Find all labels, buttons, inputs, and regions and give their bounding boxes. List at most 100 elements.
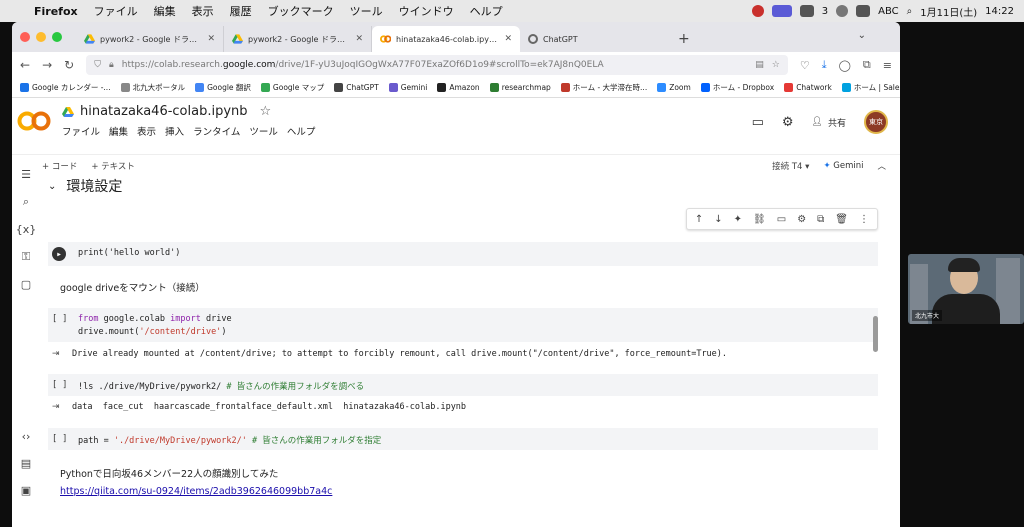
menu-tools[interactable]: ツール bbox=[342, 3, 391, 19]
bookmark-item[interactable]: 北九大ポータル bbox=[120, 82, 185, 93]
share-button[interactable]: 👤︎ 共有 bbox=[812, 116, 846, 129]
back-icon[interactable]: ← bbox=[20, 58, 30, 72]
output-icon[interactable]: ⇥ bbox=[52, 402, 60, 412]
tab-colab[interactable]: hinatazaka46-colab.ipynb - Cola ✕ bbox=[372, 26, 520, 52]
files-folder-icon[interactable]: ▢ bbox=[21, 278, 31, 291]
run-cell-icon[interactable]: ▶ bbox=[52, 247, 66, 261]
code-cell-mount[interactable]: [ ] from google.colab import drive drive… bbox=[48, 308, 878, 342]
reload-icon[interactable]: ↻ bbox=[64, 58, 74, 72]
code-snippets-icon[interactable]: ‹› bbox=[22, 430, 31, 443]
new-tab-button[interactable]: + bbox=[668, 26, 700, 52]
qiita-link[interactable]: https://qiita.com/su-0924/items/2adb3962… bbox=[60, 486, 332, 497]
colab-menu-help[interactable]: ヘルプ bbox=[287, 124, 316, 138]
move-down-icon[interactable]: ↓ bbox=[714, 214, 722, 225]
bookmark-item[interactable]: ホーム - Dropbox bbox=[700, 82, 774, 93]
bookmark-item[interactable]: Google マップ bbox=[260, 82, 324, 93]
terminal-icon[interactable]: ▣ bbox=[21, 484, 31, 497]
comment-icon[interactable]: ▭ bbox=[752, 115, 764, 130]
bookmark-item[interactable]: Zoom bbox=[657, 83, 691, 92]
account-icon[interactable]: ◯ bbox=[839, 59, 851, 72]
wifi-icon[interactable] bbox=[836, 5, 849, 17]
variables-icon[interactable]: {x} bbox=[16, 223, 37, 236]
bookmark-item[interactable]: Gemini bbox=[388, 83, 427, 92]
extensions-icon[interactable]: ⧉ bbox=[863, 58, 871, 72]
menu-firefox[interactable]: Firefox bbox=[26, 5, 86, 18]
address-bar[interactable]: ⛉ 🔒︎ https://colab.research.google.com/d… bbox=[86, 55, 788, 75]
code-line[interactable]: from google.colab import drive bbox=[78, 314, 232, 324]
tab-list-chevron-icon[interactable]: ⌄ bbox=[858, 30, 866, 41]
comment-icon[interactable]: ▭ bbox=[777, 214, 786, 225]
settings-gear-icon[interactable]: ⚙ bbox=[782, 115, 794, 130]
screen-share-icon[interactable] bbox=[771, 5, 792, 17]
code-line[interactable]: print('hello world') bbox=[78, 248, 180, 258]
menu-file[interactable]: ファイル bbox=[86, 3, 146, 19]
bookmark-item[interactable]: Google カレンダー -... bbox=[20, 82, 111, 93]
delete-icon[interactable]: 🗑︎ bbox=[835, 214, 848, 225]
avatar[interactable]: 東京 bbox=[864, 110, 888, 134]
reader-view-icon[interactable]: ▤ bbox=[755, 60, 764, 70]
close-tab-icon[interactable]: ✕ bbox=[504, 34, 512, 44]
code-line[interactable]: !ls ./drive/MyDrive/pywork2/ # 皆さんの作業用フォ… bbox=[78, 380, 364, 392]
tab-drive-2[interactable]: pywork2 - Google ドライブ ✕ bbox=[224, 26, 372, 52]
colab-menu-runtime[interactable]: ランタイム bbox=[193, 124, 240, 138]
url-text[interactable]: https://colab.research.google.com/drive/… bbox=[122, 60, 748, 70]
bookmark-item[interactable]: ホーム - 大学滞在時... bbox=[560, 82, 647, 93]
gemini-sparkle-icon[interactable]: ✦ bbox=[734, 214, 742, 225]
status-app-icon[interactable] bbox=[751, 5, 764, 17]
video-call-thumbnail[interactable]: 北九市大 bbox=[908, 254, 1024, 324]
menu-view[interactable]: 表示 bbox=[184, 3, 222, 19]
display-icon[interactable] bbox=[799, 5, 814, 17]
bookmark-item[interactable]: Chatwork bbox=[784, 83, 832, 92]
cell-run-bracket[interactable]: [ ] bbox=[52, 434, 67, 444]
close-tab-icon[interactable]: ✕ bbox=[207, 34, 215, 44]
link-icon[interactable]: ⛓ bbox=[753, 214, 766, 225]
download-icon[interactable]: ⤓ bbox=[822, 58, 827, 72]
forward-icon[interactable]: → bbox=[42, 58, 52, 72]
colab-menu-edit[interactable]: 編集 bbox=[109, 124, 128, 138]
input-mode-label[interactable]: ABC bbox=[878, 6, 899, 17]
menu-history[interactable]: 履歴 bbox=[222, 3, 260, 19]
menu-window[interactable]: ウインドウ bbox=[391, 3, 462, 19]
output-icon[interactable]: ⇥ bbox=[52, 349, 60, 359]
menu-help[interactable]: ヘルプ bbox=[462, 3, 511, 19]
minimize-window-button[interactable] bbox=[36, 32, 46, 42]
colab-logo-icon[interactable] bbox=[16, 108, 52, 134]
bookmark-item[interactable]: ChatGPT bbox=[334, 83, 379, 92]
code-cell-ls[interactable]: [ ] !ls ./drive/MyDrive/pywork2/ # 皆さんの作… bbox=[48, 374, 878, 396]
bookmark-item[interactable]: ホーム | Salesforce bbox=[841, 82, 900, 93]
code-cell-print[interactable]: ▶ print('hello world') bbox=[48, 242, 878, 266]
menu-bookmarks[interactable]: ブックマーク bbox=[260, 3, 342, 19]
colab-menu-view[interactable]: 表示 bbox=[137, 124, 156, 138]
close-window-button[interactable] bbox=[20, 32, 30, 42]
shield-icon[interactable]: ⛉ bbox=[94, 60, 101, 70]
search-icon[interactable]: ⌕ bbox=[23, 195, 29, 209]
code-line[interactable]: path = './drive/MyDrive/pywork2/' # 皆さんの… bbox=[78, 434, 381, 446]
bookmark-item[interactable]: Amazon bbox=[437, 83, 480, 92]
bookmark-item[interactable]: Google 翻訳 bbox=[195, 82, 251, 93]
pocket-icon[interactable]: ♡ bbox=[800, 59, 810, 72]
scrollbar-thumb[interactable] bbox=[873, 316, 878, 352]
cell-run-bracket[interactable]: [ ] bbox=[52, 314, 67, 324]
collapse-section-chevron-icon[interactable]: ⌄ bbox=[48, 181, 56, 192]
code-cell-path[interactable]: [ ] path = './drive/MyDrive/pywork2/' # … bbox=[48, 428, 878, 450]
menu-icon[interactable]: ≡ bbox=[883, 59, 892, 72]
bookmark-item[interactable]: researchmap bbox=[489, 83, 551, 92]
search-icon[interactable]: ⌕ bbox=[907, 6, 913, 17]
menu-edit[interactable]: 編集 bbox=[146, 3, 184, 19]
move-up-icon[interactable]: ↑ bbox=[695, 214, 703, 225]
tab-chatgpt[interactable]: ChatGPT bbox=[520, 26, 668, 52]
cell-run-bracket[interactable]: [ ] bbox=[52, 380, 67, 390]
lock-icon[interactable]: 🔒︎ bbox=[109, 60, 114, 70]
colab-menu-insert[interactable]: 挿入 bbox=[165, 124, 184, 138]
battery-icon[interactable] bbox=[856, 5, 871, 17]
colab-menu-tools[interactable]: ツール bbox=[249, 124, 278, 138]
section-heading[interactable]: ⌄ 環境設定 bbox=[48, 176, 122, 196]
command-palette-icon[interactable]: ▤ bbox=[21, 457, 31, 470]
secrets-key-icon[interactable]: ⚿ bbox=[22, 250, 30, 264]
colab-menu-file[interactable]: ファイル bbox=[62, 124, 100, 138]
settings-gear-icon[interactable]: ⚙ bbox=[797, 214, 806, 225]
tab-drive-1[interactable]: pywork2 - Google ドライブ ✕ bbox=[76, 26, 224, 52]
zoom-window-button[interactable] bbox=[52, 32, 62, 42]
more-vert-icon[interactable]: ⋮ bbox=[859, 214, 869, 225]
bookmark-star-icon[interactable]: ☆ bbox=[772, 60, 780, 70]
